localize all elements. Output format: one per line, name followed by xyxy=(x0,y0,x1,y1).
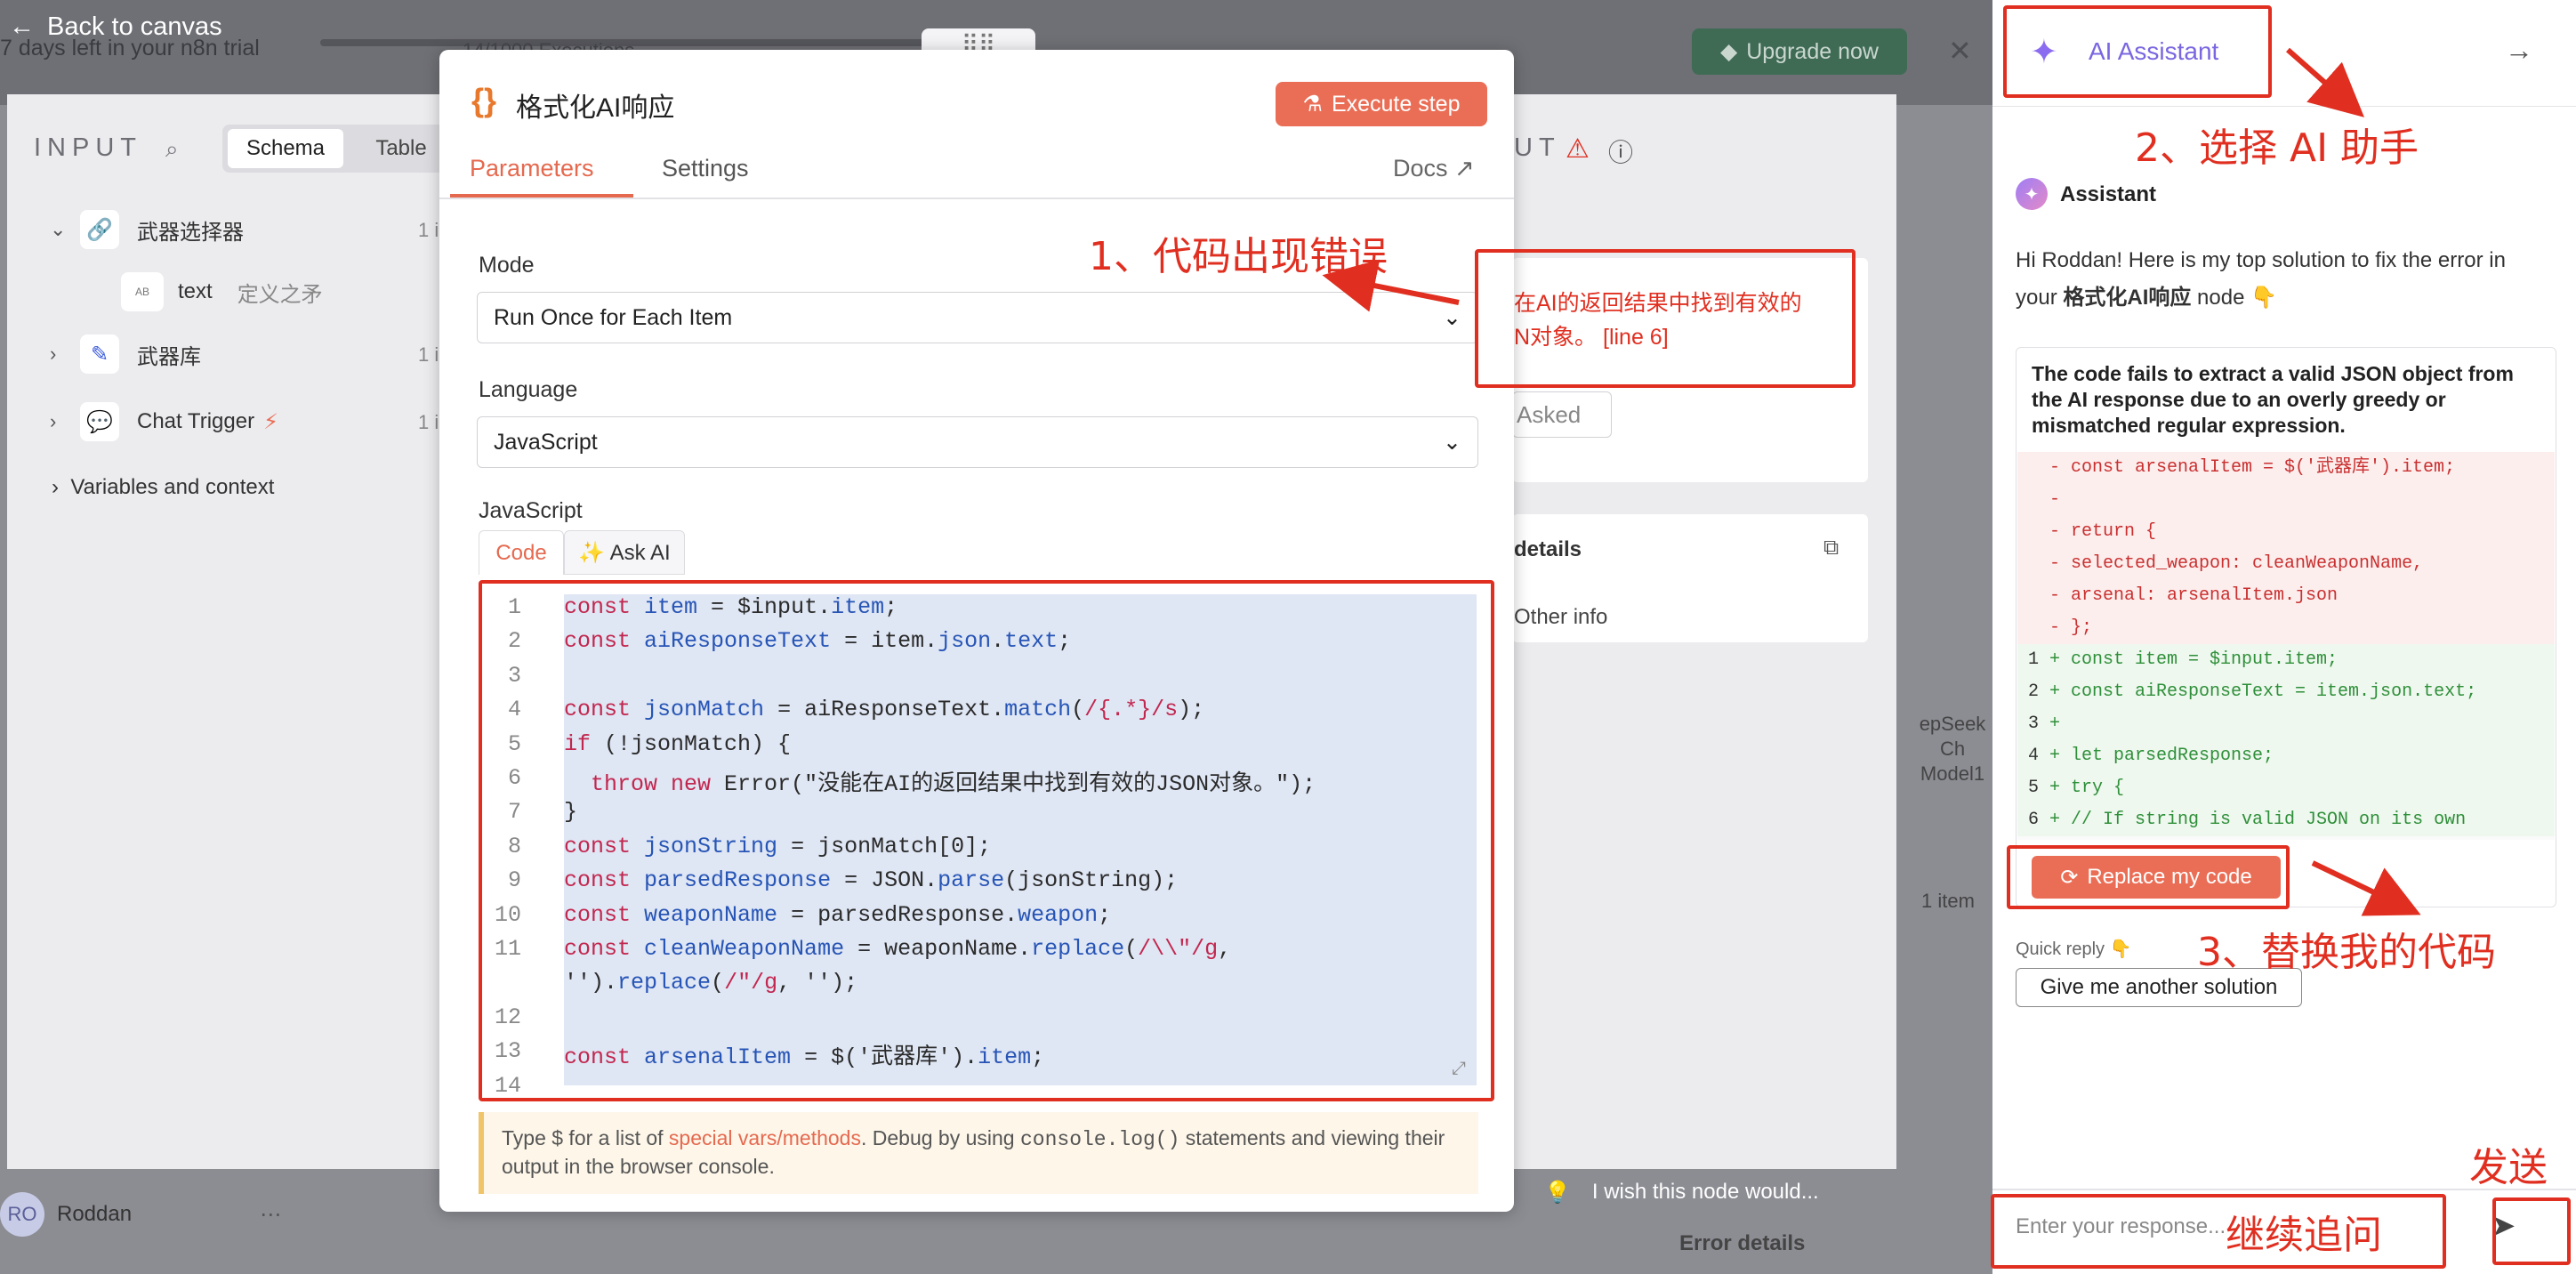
arrow-to-assistant xyxy=(2286,47,2364,117)
arrow-to-replace xyxy=(2311,860,2421,916)
arrow-to-error xyxy=(1322,259,1460,312)
annotation-arrows xyxy=(1322,47,2421,916)
